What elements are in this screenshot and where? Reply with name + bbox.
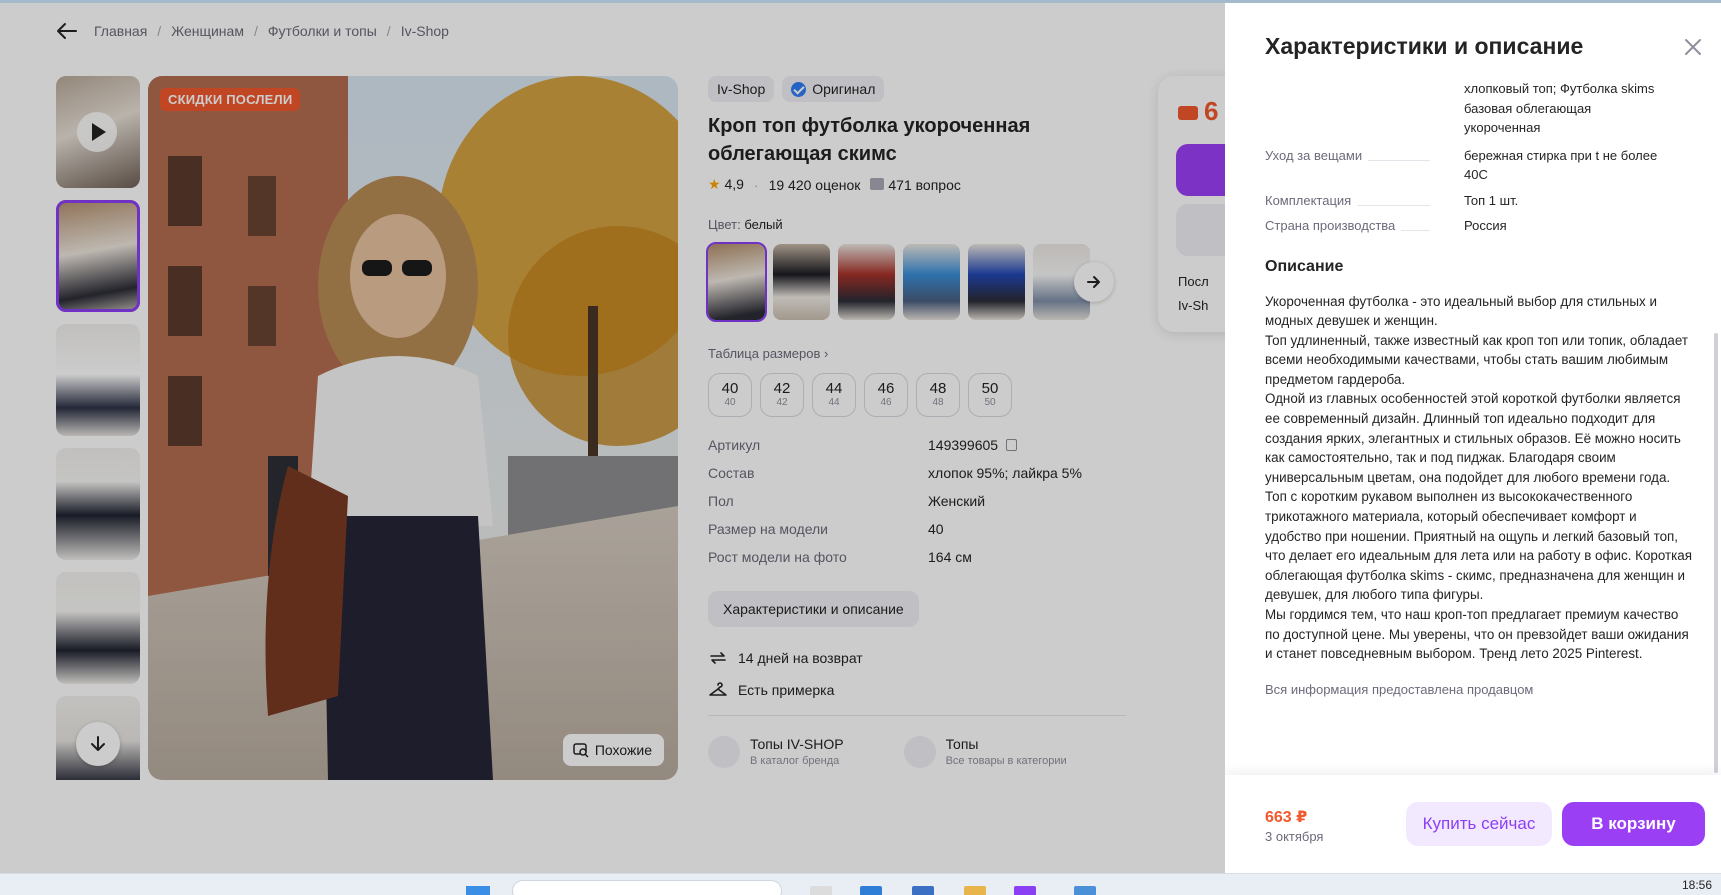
characteristics-drawer: Характеристики и описание хлопковый топ;… [1225, 3, 1721, 873]
taskbar-app-icon[interactable] [964, 886, 986, 895]
drawer-content: хлопковый топ; Футболка skims базовая об… [1265, 79, 1692, 697]
buy-now-button[interactable]: Купить сейчас [1406, 802, 1552, 846]
description-heading: Описание [1265, 257, 1344, 275]
seller-note: Вся информация предоставлена продавцом [1265, 681, 1534, 697]
spec-value: хлопковый топ; Футболка skims базовая об… [1464, 81, 1655, 135]
spec-key: Уход за вещами [1265, 146, 1440, 185]
drawer-footer: 663 ₽ 3 октября Купить сейчас В корзину [1225, 775, 1721, 873]
taskbar-search[interactable] [512, 880, 782, 895]
footer-price: 663 ₽ [1265, 809, 1308, 826]
add-to-cart-button[interactable]: В корзину [1562, 802, 1705, 846]
delivery-date: 3 октября [1265, 829, 1324, 844]
drawer-scrollbar[interactable] [1714, 333, 1718, 773]
windows-start-icon[interactable] [466, 886, 490, 895]
close-icon[interactable] [1681, 35, 1705, 59]
spec-value: бережная стирка при t не более 40С [1464, 147, 1658, 183]
taskbar-app-icon[interactable] [1014, 886, 1036, 895]
taskbar-app-icon[interactable] [912, 886, 934, 895]
spec-row: хлопковый топ; Футболка skims базовая об… [1265, 79, 1690, 146]
spec-value: Топ 1 шт. [1464, 192, 1519, 208]
spec-row: Страна производства Россия [1265, 216, 1690, 236]
drawer-title: Характеристики и описание [1265, 33, 1584, 59]
spec-key: Страна производства [1265, 216, 1440, 236]
taskbar-app-icon[interactable] [1074, 886, 1096, 895]
clock: 18:56 [1682, 878, 1713, 892]
description-text: Укороченная футболка - это идеальный выб… [1265, 293, 1692, 662]
spec-key: Комплектация [1265, 191, 1440, 211]
spec-row: Уход за вещами бережная стирка при t не … [1265, 146, 1690, 191]
spec-value: Россия [1464, 218, 1507, 233]
os-taskbar: 18:56 [0, 873, 1721, 895]
taskbar-app-icon[interactable] [810, 886, 832, 895]
spec-row: Комплектация Топ 1 шт. [1265, 191, 1690, 217]
taskbar-app-icon[interactable] [860, 886, 882, 895]
